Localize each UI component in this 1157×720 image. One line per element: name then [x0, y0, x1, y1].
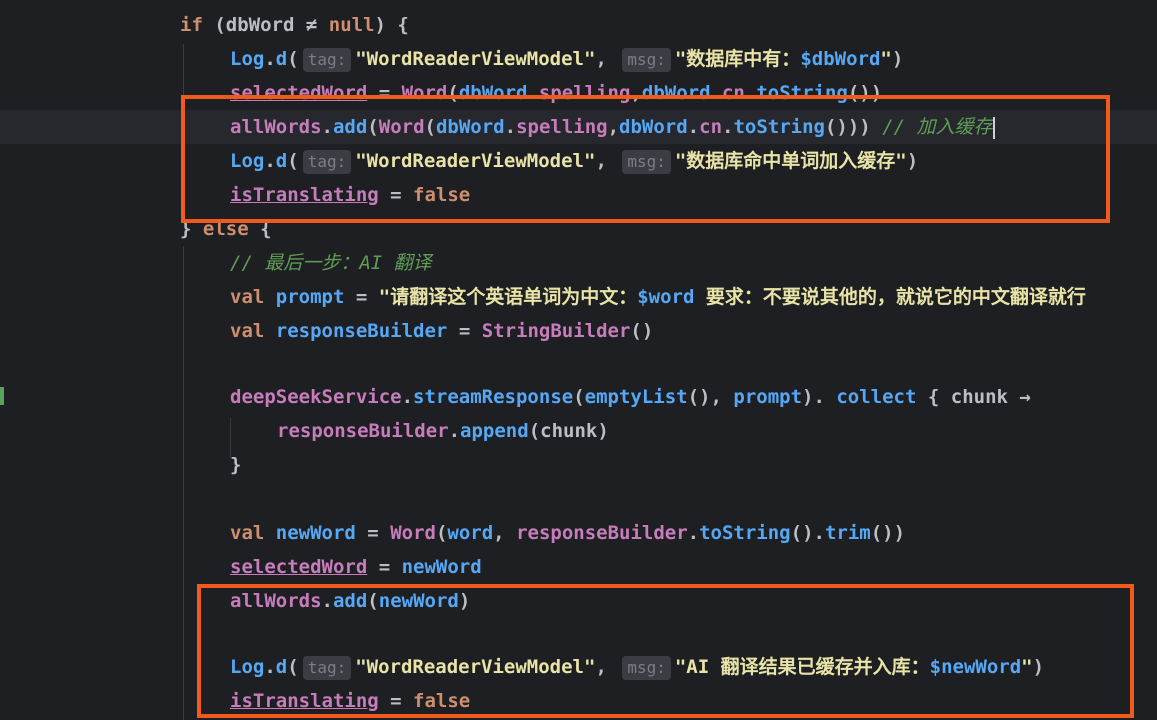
code-token: = [447, 320, 482, 342]
code-token: if [180, 14, 203, 36]
code-token: ( [435, 522, 448, 544]
code-token: responseBuilder [277, 420, 449, 442]
code-token: } [230, 454, 242, 476]
code-token: null [328, 14, 375, 36]
code-token: Log [230, 48, 265, 70]
code-token: → [1007, 386, 1031, 408]
code-token: = [344, 286, 379, 308]
code-token: StringBuilder [481, 320, 631, 342]
code-token: ). [802, 386, 837, 408]
code-token: ( [287, 48, 299, 70]
code-token: Word [390, 522, 436, 544]
code-token: ()) [870, 522, 906, 544]
code-token: ≠ [294, 14, 329, 36]
code-line[interactable]: } [0, 448, 1157, 482]
code-token: chunk [950, 386, 1008, 408]
code-token: ) [597, 420, 609, 442]
code-token: = [355, 522, 391, 544]
code-token: = [367, 556, 402, 578]
parameter-hint: msg: [622, 47, 671, 72]
code-token: . [687, 522, 700, 544]
code-line[interactable]: selectedWord = newWord [0, 550, 1157, 584]
code-token: ( [573, 386, 585, 408]
code-line[interactable]: val responseBuilder = StringBuilder() [0, 314, 1157, 348]
code-text: } [230, 448, 241, 482]
code-token: . [401, 386, 414, 408]
code-text: val responseBuilder = StringBuilder() [230, 314, 653, 348]
code-token: trim [824, 522, 871, 544]
code-token: , [493, 522, 517, 544]
code-token: ( [202, 14, 226, 36]
code-token: , [595, 48, 619, 70]
code-token: ( [528, 420, 541, 442]
code-token: responseBuilder [516, 522, 688, 544]
code-token: . [448, 420, 461, 442]
code-token: chunk [540, 420, 598, 442]
code-token: (), [687, 386, 734, 408]
code-token: emptyList [584, 386, 688, 408]
code-token: append [460, 420, 529, 442]
code-token: newWord [401, 556, 482, 578]
code-token: { [916, 386, 951, 408]
code-token: deepSeekService [230, 386, 402, 408]
code-token: responseBuilder [275, 320, 448, 342]
code-token: newWord [275, 522, 356, 544]
code-line[interactable] [0, 482, 1157, 516]
code-comment: // 最后一步：AI 翻译 [230, 252, 432, 274]
code-token: $dbWord [800, 48, 881, 70]
code-token: ) { [374, 14, 409, 36]
code-line[interactable]: val prompt = "请翻译这个英语单词为中文：$word 要求：不要说其… [0, 280, 1157, 314]
code-text: deepSeekService.streamResponse(emptyList… [230, 380, 1031, 414]
code-token: "请翻译这个英语单词为中文： [378, 286, 638, 308]
code-token: 要求：不要说其他的，就说它的中文翻译就行 [694, 286, 1086, 308]
highlight-box-cache [181, 95, 1110, 223]
code-line[interactable]: responseBuilder.append(chunk) [0, 414, 1157, 448]
code-token: dbWord [225, 14, 295, 36]
code-token: () [630, 320, 654, 342]
code-token: val [230, 286, 265, 308]
code-token: (). [790, 522, 825, 544]
parameter-hint: tag: [302, 47, 352, 72]
code-line[interactable]: // 最后一步：AI 翻译 [0, 246, 1157, 280]
code-token: ) [891, 48, 904, 70]
code-text: responseBuilder.append(chunk) [277, 414, 609, 448]
code-line[interactable] [0, 348, 1157, 382]
code-text: val newWord = Word(word, responseBuilder… [230, 516, 905, 550]
code-text: Log.d(tag: "WordReaderViewModel", msg: "数据… [230, 42, 903, 76]
code-token: "WordReaderViewModel" [355, 48, 596, 70]
code-token: val [230, 320, 265, 342]
code-line[interactable]: if (dbWord ≠ null) { [0, 8, 1157, 42]
highlight-box-ai [197, 584, 1134, 718]
code-token: collect [836, 386, 917, 408]
code-line[interactable]: val newWord = Word(word, responseBuilder… [0, 516, 1157, 550]
code-line[interactable]: deepSeekService.streamResponse(emptyList… [0, 380, 1157, 414]
code-token: "数据库中有： [674, 48, 801, 70]
code-token: $word [637, 286, 695, 308]
code-token: prompt [275, 286, 345, 308]
code-text: selectedWord = newWord [230, 550, 482, 584]
code-token: word [447, 522, 494, 544]
code-token: streamResponse [413, 386, 574, 408]
code-token: val [230, 522, 265, 544]
code-token: " [880, 48, 892, 70]
code-text: if (dbWord ≠ null) { [180, 8, 409, 42]
code-token: prompt [733, 386, 803, 408]
code-token: . [264, 48, 276, 70]
code-text: val prompt = "请翻译这个英语单词为中文：$word 要求：不要说其… [230, 280, 1086, 314]
code-line[interactable]: Log.d(tag: "WordReaderViewModel", msg: "数据… [0, 42, 1157, 76]
code-token: d [275, 48, 288, 70]
code-token: toString [699, 522, 791, 544]
code-token: selectedWord [230, 556, 368, 578]
code-text: // 最后一步：AI 翻译 [230, 246, 432, 280]
